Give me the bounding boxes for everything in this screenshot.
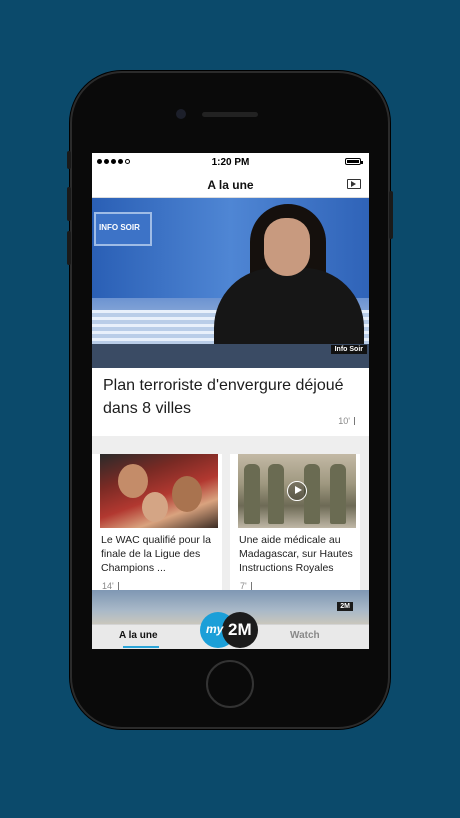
status-time: 1:20 PM — [211, 157, 250, 168]
tv-play-icon[interactable] — [347, 179, 361, 189]
earpiece-speaker — [202, 112, 258, 117]
home-button[interactable] — [206, 660, 254, 708]
tab-a-la-une[interactable]: A la une — [119, 630, 158, 641]
active-tab-indicator — [123, 646, 159, 648]
studio-monitor: INFO SOIR — [94, 212, 152, 246]
mute-switch — [67, 151, 71, 169]
hero-age-value: 10' — [338, 416, 350, 426]
hero-title: Plan terroriste d'envergure déjoué dans … — [103, 377, 344, 417]
tab-watch[interactable]: Watch — [290, 630, 320, 641]
card-title: Le WAC qualifié pour la finale de la Lig… — [101, 534, 211, 574]
meta-divider — [354, 417, 355, 425]
card-title: Une aide médicale au Madagascar, sur Hau… — [239, 534, 353, 574]
my2m-logo-button[interactable]: my 2M — [200, 612, 258, 649]
card-image — [238, 454, 356, 528]
studio-monitor-text: INFO SOIR — [99, 223, 140, 232]
hero-article[interactable]: INFO SOIR Info Soir Plan terroriste d'en… — [92, 198, 369, 436]
meta-divider — [117, 582, 119, 590]
app-screen: 1:20 PM A la une INFO SOIR Info Soir Pla… — [92, 153, 369, 649]
channel-logo: 2M — [337, 602, 353, 611]
my2m-logo-my: my — [206, 622, 224, 636]
meta-divider — [250, 582, 252, 590]
hero-image: INFO SOIR Info Soir — [92, 198, 369, 368]
article-card[interactable]: Le WAC qualifié pour la finale de la Lig… — [92, 454, 222, 595]
front-camera — [176, 109, 186, 119]
channel-badge: Info Soir — [330, 345, 367, 354]
page-title: A la une — [207, 178, 254, 192]
status-bar: 1:20 PM — [92, 153, 369, 173]
hero-text: Plan terroriste d'envergure déjoué dans … — [92, 368, 369, 436]
nav-bar: A la une — [92, 173, 369, 198]
hero-age: 10' — [338, 416, 355, 426]
power-button — [389, 191, 393, 239]
volume-up-button — [67, 187, 71, 221]
card-image — [100, 454, 218, 528]
article-card[interactable]: Une aide médicale au Madagascar, sur Hau… — [230, 454, 360, 595]
volume-down-button — [67, 231, 71, 265]
card-row: Le WAC qualifié pour la finale de la Lig… — [92, 445, 369, 595]
play-icon[interactable] — [287, 481, 307, 501]
my2m-logo-2m: 2M — [228, 620, 252, 639]
battery-icon — [345, 158, 363, 165]
